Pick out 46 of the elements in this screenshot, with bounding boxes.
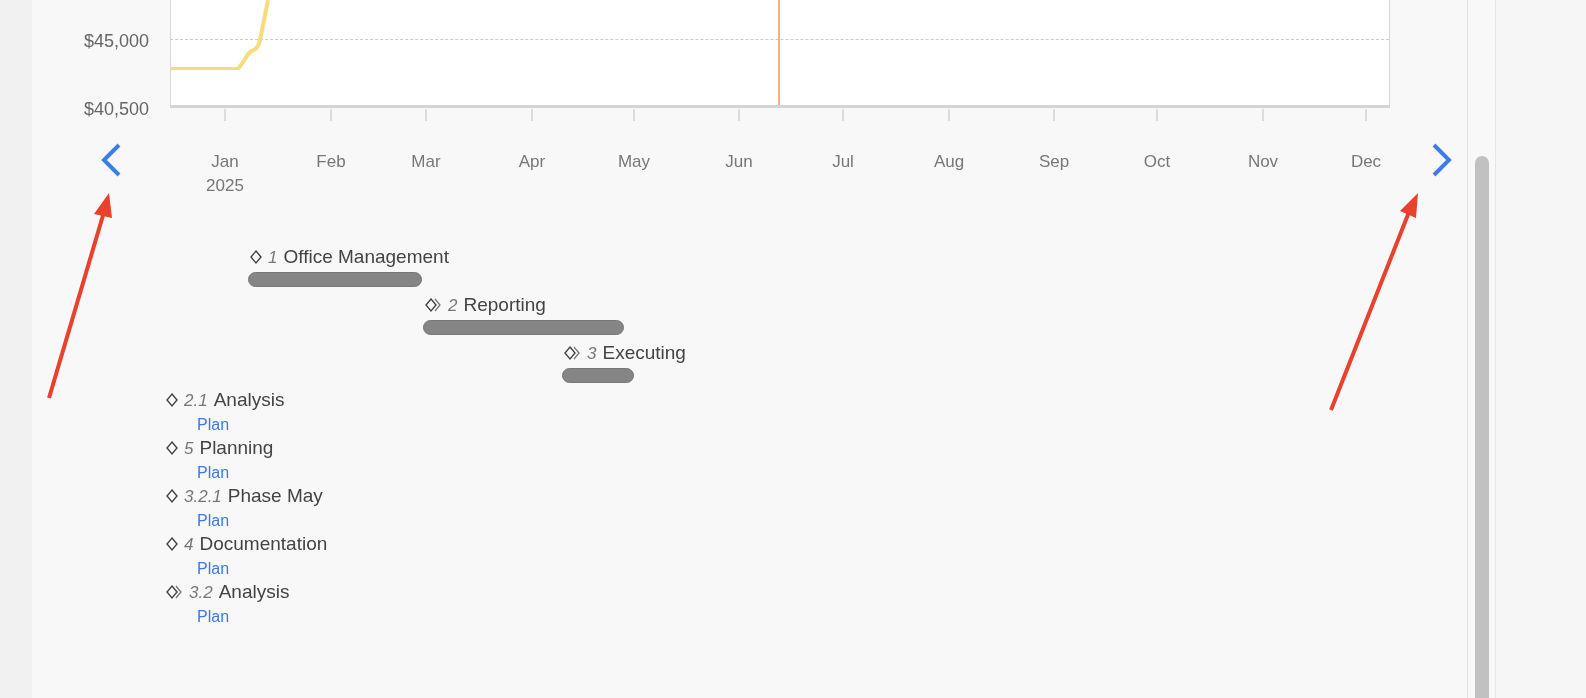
item-title[interactable]: Documentation (199, 530, 328, 559)
month-label: Nov (1247, 151, 1279, 173)
item-number: 5 (184, 437, 194, 460)
month-label: Dec (1350, 151, 1382, 173)
item-number: 4 (184, 533, 194, 556)
item-number: 2 (448, 294, 458, 317)
diamond-chevron-icon (564, 345, 581, 362)
month-label: Feb (316, 151, 346, 173)
diamond-chevron-icon (425, 297, 442, 314)
plan-link[interactable]: Plan (197, 558, 230, 579)
year-label: 2025 (206, 175, 244, 197)
month-label: Apr (518, 151, 546, 173)
y-axis-label: $40,500 (83, 98, 149, 121)
item-number: 3.2.1 (184, 485, 222, 508)
item-title[interactable]: Planning (199, 434, 274, 463)
diamond-icon (166, 440, 178, 457)
month-label: Aug (933, 151, 965, 173)
plan-link[interactable]: Plan (197, 510, 230, 531)
gantt-bar[interactable] (562, 368, 634, 383)
diamond-icon (166, 488, 178, 505)
item-number: 1 (268, 246, 278, 269)
item-number: 2.1 (184, 389, 208, 412)
diamond-icon (166, 536, 178, 553)
month-label: Oct (1143, 151, 1171, 173)
diamond-icon (250, 249, 262, 266)
diamond-chevron-icon (166, 584, 183, 601)
item-title[interactable]: Executing (602, 339, 686, 368)
item-title[interactable]: Analysis (213, 386, 285, 415)
scrollbar-thumb[interactable] (1475, 156, 1489, 698)
y-axis-label: $45,000 (83, 30, 149, 53)
month-label: Jul (832, 151, 854, 173)
diamond-icon (166, 392, 178, 409)
item-number: 3 (587, 342, 597, 365)
plan-link[interactable]: Plan (197, 462, 230, 483)
item-title[interactable]: Analysis (218, 578, 290, 607)
item-number: 3.2 (189, 581, 213, 604)
item-title[interactable]: Phase May (227, 482, 323, 511)
item-title[interactable]: Reporting (463, 291, 546, 320)
month-label: Jan (211, 151, 239, 173)
plan-link[interactable]: Plan (197, 414, 230, 435)
month-label: Mar (411, 151, 441, 173)
item-title[interactable]: Office Management (283, 243, 449, 272)
plan-link[interactable]: Plan (197, 606, 230, 627)
month-label: Jun (725, 151, 753, 173)
month-label: May (617, 151, 651, 173)
month-label: Sep (1038, 151, 1070, 173)
